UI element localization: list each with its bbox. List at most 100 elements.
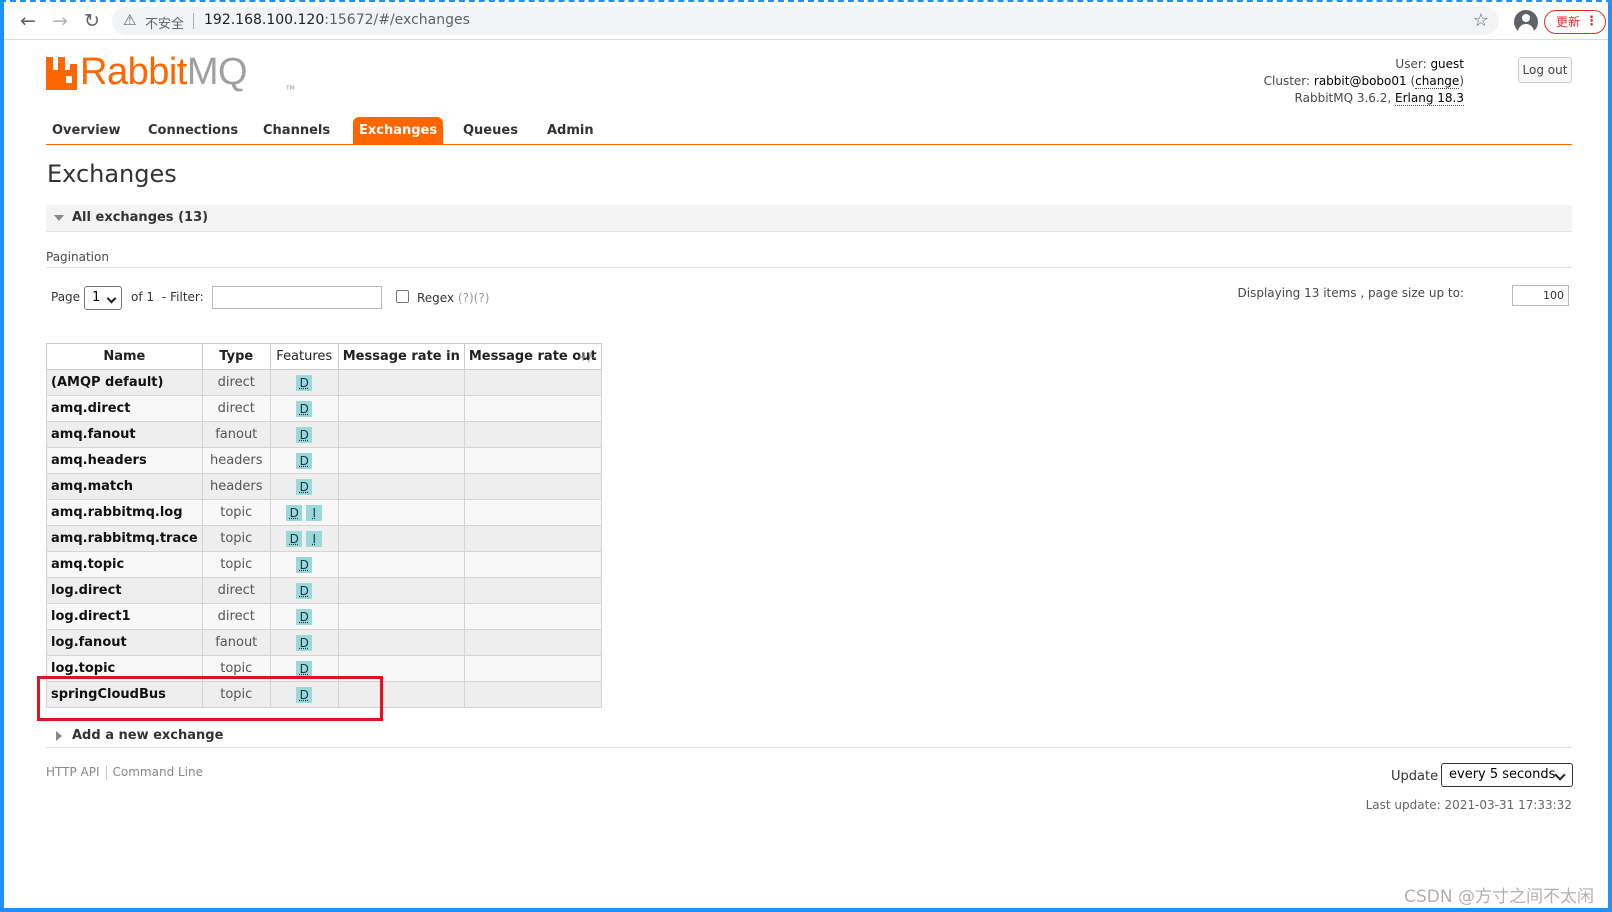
tab-overview[interactable]: Overview xyxy=(46,117,127,144)
exchanges-table: Name Type Features Message rate in Messa… xyxy=(46,343,602,708)
http-api-link[interactable]: HTTP API xyxy=(46,765,100,779)
durable-badge: D xyxy=(296,426,313,443)
reload-icon[interactable]: ↻ xyxy=(80,9,104,33)
exchange-name-link[interactable]: amq.direct xyxy=(46,395,203,422)
exchange-features: D xyxy=(269,473,339,500)
message-rate-in-cell xyxy=(337,473,465,500)
table-row[interactable]: (AMQP default) direct D xyxy=(46,369,602,396)
user-line: User: guest xyxy=(1264,56,1464,73)
browser-update-button[interactable]: 更新 ⋮ xyxy=(1544,10,1606,34)
last-update-text: Last update: 2021-03-31 17:33:32 xyxy=(1365,798,1572,812)
message-rate-out-cell xyxy=(463,447,602,474)
column-header-type[interactable]: Type xyxy=(201,343,271,370)
rabbitmq-logo-icon xyxy=(46,57,77,90)
exchange-name-link[interactable]: amq.headers xyxy=(46,447,203,474)
tab-admin[interactable]: Admin xyxy=(541,117,600,144)
url-text[interactable]: 192.168.100.120:15672/#/exchanges xyxy=(204,12,470,28)
regex-help-link[interactable]: (?)(?) xyxy=(458,291,489,305)
table-row[interactable]: amq.rabbitmq.log topic D I xyxy=(46,499,602,526)
all-exchanges-section-toggle[interactable]: All exchanges (13) xyxy=(46,205,1572,232)
exchange-name-link[interactable]: (AMQP default) xyxy=(46,369,203,396)
erlang-version: Erlang 18.3 xyxy=(1395,91,1464,106)
insecure-label[interactable]: 不安全 xyxy=(145,13,184,32)
profile-avatar-icon[interactable] xyxy=(1514,10,1538,34)
add-exchange-section-toggle[interactable]: Add a new exchange xyxy=(46,726,1572,748)
message-rate-out-cell xyxy=(463,369,602,396)
exchange-type: direct xyxy=(201,395,271,422)
cluster-label: Cluster: xyxy=(1263,74,1311,88)
page-select-value: 1 xyxy=(92,290,101,305)
tab-connections[interactable]: Connections xyxy=(142,117,244,144)
exchange-type: direct xyxy=(201,603,271,630)
exchange-name-link[interactable]: amq.match xyxy=(46,473,203,500)
page-size-input[interactable]: 100 xyxy=(1512,285,1569,306)
exchange-features: D xyxy=(269,629,339,656)
exchanges-table-body: (AMQP default) direct Damq.direct direct Dam… xyxy=(46,369,602,708)
message-rate-in-cell xyxy=(337,629,465,656)
bookmark-star-icon[interactable]: ☆ xyxy=(1473,10,1489,31)
tab-exchanges[interactable]: Exchanges xyxy=(353,117,444,144)
column-header-name[interactable]: Name xyxy=(46,343,203,370)
change-cluster-link[interactable]: change xyxy=(1415,74,1460,89)
pagination-divider xyxy=(46,267,1572,268)
filter-input[interactable] xyxy=(212,286,382,309)
logo-wordmark: RabbitMQ xyxy=(80,51,248,94)
exchange-features: D xyxy=(269,395,339,422)
internal-badge: I xyxy=(306,504,323,521)
internal-badge: I xyxy=(306,530,323,547)
tab-channels[interactable]: Channels xyxy=(257,117,336,144)
message-rate-in-cell xyxy=(337,603,465,630)
address-separator xyxy=(193,13,194,29)
triangle-down-icon xyxy=(54,215,64,221)
warning-icon[interactable]: ⚠ xyxy=(123,11,136,29)
column-toggle[interactable]: +/- xyxy=(578,350,596,364)
command-line-link[interactable]: Command Line xyxy=(113,765,204,779)
table-row[interactable]: amq.topic topic D xyxy=(46,551,602,578)
user-value: guest xyxy=(1430,57,1464,71)
forward-arrow-icon[interactable]: → xyxy=(48,9,72,33)
address-bar[interactable]: ⚠ 不安全 192.168.100.120:15672/#/exchanges … xyxy=(112,7,1499,35)
logo-mq-text: MQ xyxy=(186,51,248,93)
table-row[interactable]: amq.fanout fanout D xyxy=(46,421,602,448)
message-rate-out-cell xyxy=(463,577,602,604)
durable-badge: D xyxy=(296,634,313,651)
annotation-highlight-box xyxy=(37,676,383,721)
exchange-name-link[interactable]: amq.topic xyxy=(46,551,203,578)
regex-checkbox[interactable] xyxy=(396,290,409,303)
logo-rabbit-text: Rabbit xyxy=(80,51,187,93)
message-rate-in-cell xyxy=(337,421,465,448)
logout-button[interactable]: Log out xyxy=(1518,57,1572,83)
exchange-type: fanout xyxy=(201,629,271,656)
exchange-features: D xyxy=(269,603,339,630)
footer-separator xyxy=(105,765,107,780)
message-rate-in-cell xyxy=(337,551,465,578)
table-row[interactable]: log.fanout fanout D xyxy=(46,629,602,656)
table-row[interactable]: amq.match headers D xyxy=(46,473,602,500)
table-row[interactable]: amq.rabbitmq.trace topic D I xyxy=(46,525,602,552)
table-row[interactable]: amq.direct direct D xyxy=(46,395,602,422)
exchange-name-link[interactable]: log.direct xyxy=(46,577,203,604)
message-rate-in-cell xyxy=(337,577,465,604)
exchange-name-link[interactable]: amq.fanout xyxy=(46,421,203,448)
back-arrow-icon[interactable]: ← xyxy=(16,9,40,33)
exchange-features: D xyxy=(269,577,339,604)
tab-queues[interactable]: Queues xyxy=(457,117,524,144)
column-header-rate-in[interactable]: Message rate in xyxy=(337,343,465,370)
all-exchanges-label: All exchanges (13) xyxy=(72,210,209,225)
exchange-name-link[interactable]: log.direct1 xyxy=(46,603,203,630)
durable-badge: D xyxy=(286,504,303,521)
browser-toolbar: ← → ↻ ⚠ 不安全 192.168.100.120:15672/#/exch… xyxy=(4,2,1608,40)
table-row[interactable]: log.direct1 direct D xyxy=(46,603,602,630)
page-select[interactable]: 1 xyxy=(84,286,122,310)
filter-label: - Filter: xyxy=(162,290,204,304)
exchange-name-link[interactable]: log.fanout xyxy=(46,629,203,656)
update-interval-select[interactable]: every 5 seconds xyxy=(1441,763,1573,787)
exchange-features: DI xyxy=(269,499,339,526)
table-row[interactable]: log.direct direct D xyxy=(46,577,602,604)
url-host: 192.168.100.120 xyxy=(204,12,325,28)
exchange-name-link[interactable]: amq.rabbitmq.log xyxy=(46,499,203,526)
exchange-name-link[interactable]: amq.rabbitmq.trace xyxy=(46,525,203,552)
watermark-text: CSDN @方寸之间不太闲 xyxy=(1404,887,1594,907)
main-nav-tabs: Overview Connections Channels Exchanges … xyxy=(46,117,1572,145)
table-row[interactable]: amq.headers headers D xyxy=(46,447,602,474)
